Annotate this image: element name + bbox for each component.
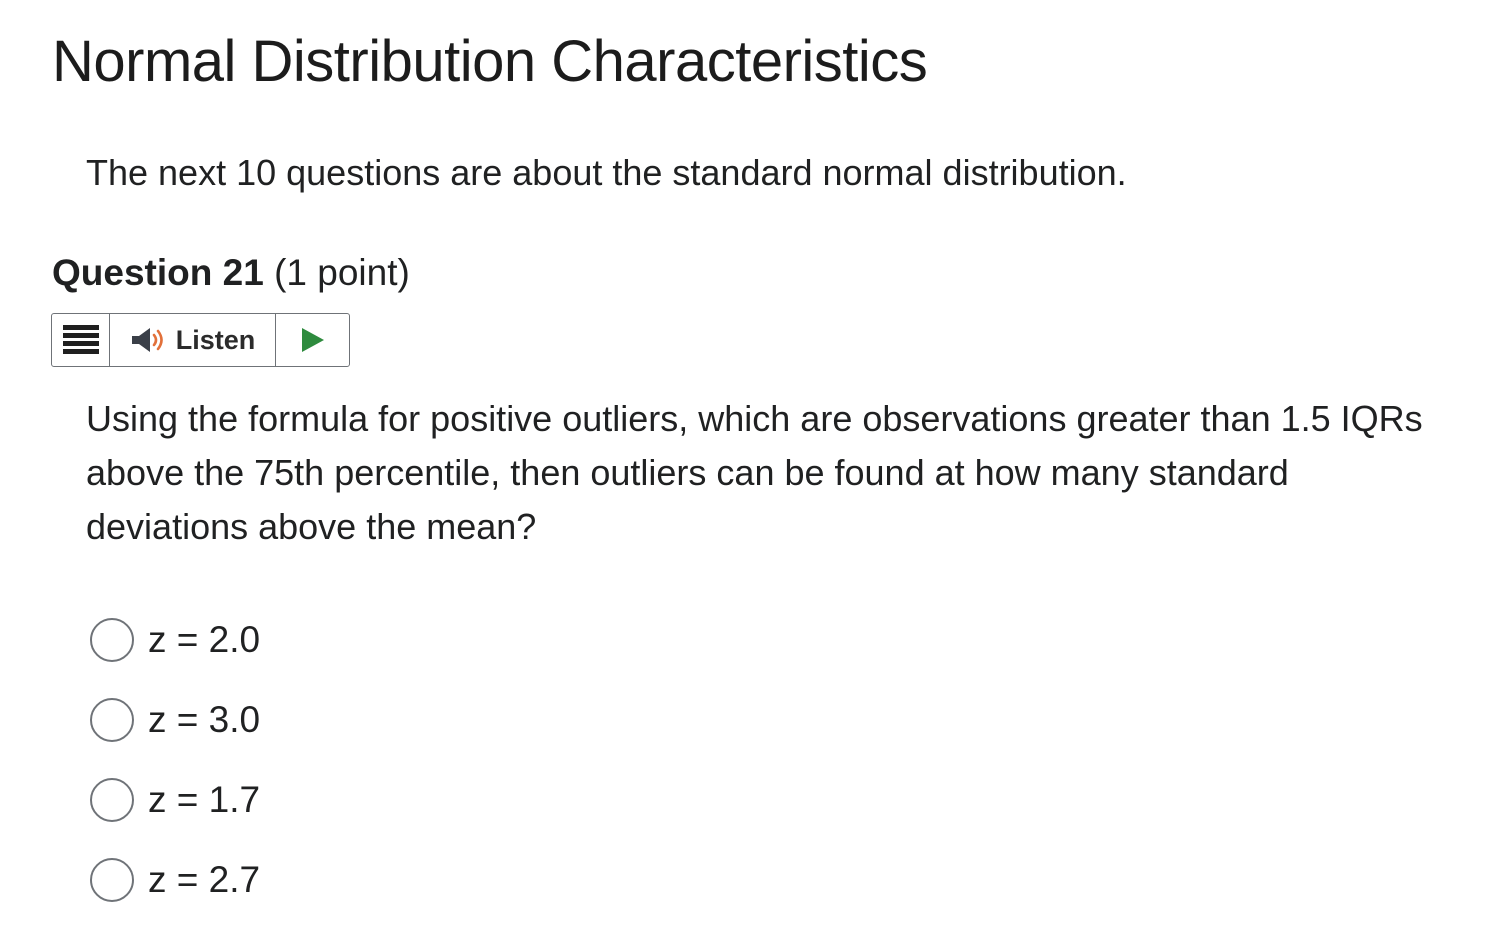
section-intro: The next 10 questions are about the stan…: [86, 152, 1127, 193]
listen-toolbar: Listen: [51, 313, 350, 367]
speaker-icon: [131, 328, 163, 352]
answer-option-label[interactable]: z = 3.0: [148, 699, 260, 741]
answer-option[interactable]: z = 3.0: [90, 680, 260, 760]
play-button[interactable]: [276, 314, 349, 366]
play-icon: [301, 328, 324, 352]
answer-option[interactable]: z = 2.7: [90, 840, 260, 920]
question-prompt: Using the formula for positive outliers,…: [86, 392, 1510, 554]
radio-button[interactable]: [90, 698, 134, 742]
answer-option-label[interactable]: z = 2.0: [148, 619, 260, 661]
question-number: Question 21: [52, 252, 264, 293]
listen-button[interactable]: Listen: [110, 314, 276, 366]
prompt-line: deviations above the mean?: [86, 506, 537, 547]
answer-option-label[interactable]: z = 2.7: [148, 859, 260, 901]
quiz-page: Normal Distribution Characteristics The …: [0, 0, 1510, 944]
radio-button[interactable]: [90, 778, 134, 822]
prompt-line: above the 75th percentile, then outliers…: [86, 452, 1289, 493]
radio-button[interactable]: [90, 858, 134, 902]
answer-option-label[interactable]: z = 1.7: [148, 779, 260, 821]
answer-options: z = 2.0 z = 3.0 z = 1.7 z = 2.7: [90, 600, 260, 920]
answer-option[interactable]: z = 1.7: [90, 760, 260, 840]
listen-label: Listen: [175, 324, 256, 355]
page-title: Normal Distribution Characteristics: [52, 29, 928, 94]
menu-icon: [62, 325, 99, 354]
radio-button[interactable]: [90, 618, 134, 662]
question-points: (1 point): [274, 252, 410, 293]
listen-menu-button[interactable]: [52, 314, 110, 366]
answer-option[interactable]: z = 2.0: [90, 600, 260, 680]
question-heading: Question 21 (1 point): [52, 252, 410, 294]
prompt-line: Using the formula for positive outliers,…: [86, 398, 1423, 439]
